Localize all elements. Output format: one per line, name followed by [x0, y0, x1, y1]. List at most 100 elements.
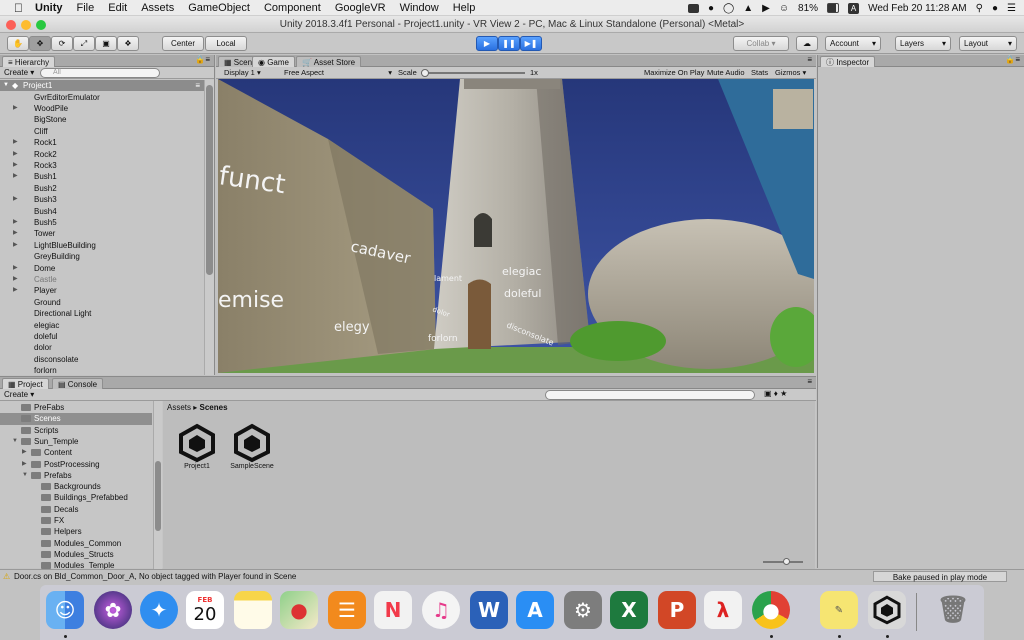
stats-toggle[interactable]: Stats [751, 68, 768, 77]
expand-arrow-icon[interactable]: ▶ [13, 217, 18, 228]
pivot-center-button[interactable]: Center [162, 36, 204, 51]
expand-arrow-icon[interactable]: ▼ [22, 470, 28, 481]
layers-dropdown[interactable]: Layers ▾ [895, 36, 951, 51]
hierarchy-item[interactable]: ▶ Rock2 [0, 149, 204, 160]
hierarchy-item[interactable]: doleful [0, 331, 204, 342]
dock-finder-icon[interactable]: ☺ [46, 591, 84, 629]
expand-arrow-icon[interactable]: ▶ [22, 459, 27, 470]
aspect-dropdown[interactable]: Free Aspect ▾ [284, 68, 392, 77]
asset-samplescene[interactable]: SampleScene [225, 423, 279, 470]
menu-file[interactable]: File [77, 2, 95, 14]
hierarchy-item[interactable]: disconsolate [0, 354, 204, 365]
folder-item[interactable]: ▶ PostProcessing [0, 459, 152, 470]
hierarchy-item[interactable]: forlorn [0, 365, 204, 376]
pause-button[interactable]: ❚❚ [498, 36, 520, 51]
account-dropdown[interactable]: Account ▾ [825, 36, 881, 51]
menu-help[interactable]: Help [453, 2, 476, 14]
folder-item[interactable]: Scripts [0, 425, 152, 436]
hierarchy-item[interactable]: ▶ Dome [0, 263, 204, 274]
tab-inspector[interactable]: ⓘ Inspector [820, 56, 876, 67]
folder-item[interactable]: PreFabs [0, 402, 152, 413]
hierarchy-item[interactable]: elegiac [0, 320, 204, 331]
move-tool-button[interactable]: ✥ [29, 36, 51, 51]
cloud-button[interactable]: ☁ [796, 36, 818, 51]
expand-arrow-icon[interactable]: ▶ [13, 240, 18, 251]
hierarchy-scroll-thumb[interactable] [206, 85, 213, 275]
clock[interactable]: Wed Feb 20 11:28 AM [868, 3, 967, 14]
menu-component[interactable]: Component [264, 2, 321, 14]
hierarchy-item[interactable]: ▶ Rock3 [0, 160, 204, 171]
expand-arrow-icon[interactable]: ▶ [13, 263, 18, 274]
hierarchy-search-input[interactable]: All [40, 68, 160, 78]
icon-size-slider[interactable] [763, 558, 803, 565]
breadcrumb-scenes[interactable]: Scenes [200, 403, 228, 412]
hierarchy-item[interactable]: Cliff [0, 126, 204, 137]
expand-arrow-icon[interactable]: ▶ [13, 103, 18, 114]
dock-unity-icon[interactable] [868, 591, 906, 629]
dock-itunes-icon[interactable]: ♫ [422, 591, 460, 629]
hierarchy-item[interactable]: ▶ Tower [0, 228, 204, 239]
play-button[interactable]: ▶ [476, 36, 498, 51]
rotate-tool-button[interactable]: ⟳ [51, 36, 73, 51]
spotlight-icon[interactable]: ⚲ [976, 3, 983, 14]
hierarchy-item[interactable]: Directional Light [0, 308, 204, 319]
panel-menu-icon[interactable]: ≡ [807, 377, 812, 386]
dock-excel-icon[interactable]: X [610, 591, 648, 629]
hierarchy-item[interactable]: Bush2 [0, 183, 204, 194]
folder-scrollbar[interactable] [153, 401, 162, 569]
rect-tool-button[interactable]: ▣ [95, 36, 117, 51]
menu-app-unity[interactable]: Unity [35, 2, 63, 14]
hierarchy-item[interactable]: ▶ LightBlueBuilding [0, 240, 204, 251]
transform-tool-button[interactable]: ❖ [117, 36, 139, 51]
scale-slider[interactable] [421, 69, 525, 77]
lock-icon[interactable]: 🔒≡ [1005, 55, 1020, 64]
folder-scroll-thumb[interactable] [155, 461, 161, 531]
expand-arrow-icon[interactable]: ▶ [13, 274, 18, 285]
expand-arrow-icon[interactable]: ▶ [13, 160, 18, 171]
dock-siri-icon[interactable]: ✿ [94, 591, 132, 629]
user-icon[interactable]: ● [992, 3, 998, 14]
battery-percent[interactable]: 81% [798, 3, 818, 14]
gizmos-dropdown[interactable]: Gizmos ▾ [775, 68, 806, 77]
dock-safari-icon[interactable]: ✦ [140, 591, 178, 629]
volume-icon[interactable]: ▶ [762, 3, 770, 14]
lock-icon[interactable]: 🔒≡ [195, 55, 210, 64]
hierarchy-item[interactable]: ▶ Bush1 [0, 171, 204, 182]
hierarchy-root-row[interactable]: ▼ ◆ Project1 ≡ [0, 80, 204, 92]
hierarchy-item[interactable]: ▶ WoodPile [0, 103, 204, 114]
expand-arrow-icon[interactable]: ▶ [13, 285, 18, 296]
hierarchy-item[interactable]: ▶ Bush5 [0, 217, 204, 228]
folder-item[interactable]: Helpers [0, 526, 152, 537]
dock-system-preferences-icon[interactable]: ⚙ [564, 591, 602, 629]
menu-googlevr[interactable]: GoogleVR [335, 2, 386, 14]
expand-arrow-icon[interactable]: ▼ [3, 80, 9, 91]
dock-calendar-icon[interactable]: FEB 20 [186, 591, 224, 629]
tab-game[interactable]: ◉ Game [252, 56, 295, 67]
game-viewport[interactable]: funct cadaver emise elegy lament elegiac… [218, 79, 814, 373]
adobe-icon[interactable]: A [848, 2, 860, 14]
tab-console[interactable]: ▤ Console [52, 378, 104, 389]
folder-item[interactable]: Modules_Common [0, 538, 152, 549]
dock-powerpoint-icon[interactable]: P [658, 591, 696, 629]
menu-assets[interactable]: Assets [141, 2, 174, 14]
mute-audio-toggle[interactable]: Mute Audio [707, 68, 745, 77]
create-dropdown[interactable]: Create ▾ [4, 390, 34, 399]
menu-gameobject[interactable]: GameObject [188, 2, 250, 14]
folder-item[interactable]: Modules_Structs [0, 549, 152, 560]
scale-tool-button[interactable]: ⤢ [73, 36, 95, 51]
hierarchy-item[interactable]: BigStone [0, 114, 204, 125]
folder-item[interactable]: Buildings_Prefabbed [0, 492, 152, 503]
minimize-window-button[interactable] [21, 20, 31, 30]
airplay-icon[interactable]: ▲ [743, 3, 753, 14]
expand-arrow-icon[interactable]: ▶ [13, 228, 18, 239]
hierarchy-item[interactable]: GreyBuilding [0, 251, 204, 262]
bluetooth-icon[interactable]: ● [708, 3, 714, 14]
pivot-local-button[interactable]: Local [205, 36, 247, 51]
hierarchy-item[interactable]: ▶ Rock1 [0, 137, 204, 148]
dock-word-icon[interactable]: W [470, 591, 508, 629]
dock-acrobat-icon[interactable]: λ [704, 591, 742, 629]
cc-icon[interactable]: ◯ [723, 3, 734, 14]
collab-dropdown[interactable]: Collab ▾ [733, 36, 789, 51]
menu-edit[interactable]: Edit [108, 2, 127, 14]
hierarchy-item[interactable]: GvrEditorEmulator [0, 92, 204, 103]
